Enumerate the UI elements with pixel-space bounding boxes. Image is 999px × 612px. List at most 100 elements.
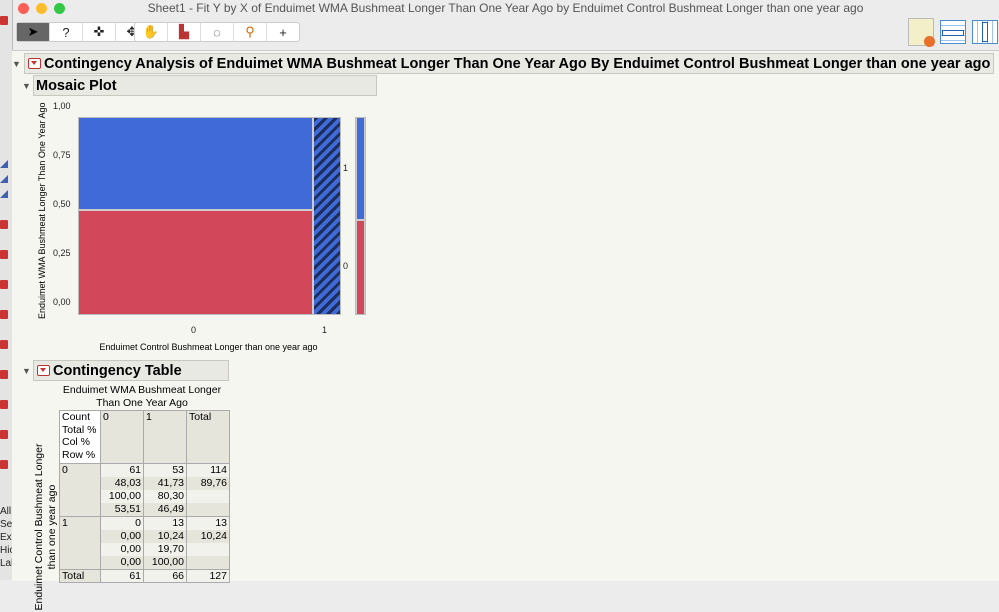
stat-label: Total % bbox=[62, 423, 97, 436]
cell-value bbox=[187, 543, 229, 556]
column-icon bbox=[0, 370, 8, 379]
script-restore-button[interactable] bbox=[908, 18, 935, 47]
grabber-tool-button[interactable]: ✋ bbox=[135, 23, 168, 41]
zoom-button[interactable] bbox=[54, 3, 65, 14]
cell-value: 10,24 bbox=[187, 530, 229, 543]
table-rows-button[interactable] bbox=[940, 20, 966, 44]
selection-tool-button[interactable]: ✜ bbox=[83, 23, 116, 41]
cell-value: 89,76 bbox=[187, 477, 229, 490]
table-cell: 53 41,73 80,30 46,49 bbox=[143, 463, 187, 517]
minimize-button[interactable] bbox=[36, 3, 47, 14]
report-header: Contingency Analysis of Enduimet WMA Bus… bbox=[24, 53, 994, 74]
crosshair-tool-button[interactable]: + bbox=[267, 23, 299, 41]
column-header-total: Total bbox=[186, 410, 230, 464]
cell-value: 48,03 bbox=[101, 477, 143, 490]
report-title: Contingency Analysis of Enduimet WMA Bus… bbox=[44, 55, 991, 72]
table-columns-button[interactable] bbox=[972, 20, 998, 44]
magnifier-icon: ⚲ bbox=[245, 24, 255, 39]
column-icon bbox=[0, 280, 8, 289]
mosaic-plot-frame[interactable] bbox=[78, 117, 341, 315]
cell-value: 19,70 bbox=[144, 543, 186, 556]
total-row-label: Total bbox=[59, 569, 101, 583]
total-cell: 127 bbox=[186, 569, 230, 583]
disclosure-triangle-icon[interactable]: ▼ bbox=[22, 81, 31, 91]
stat-label: Col % bbox=[62, 436, 91, 448]
contingency-table-title: Contingency Table bbox=[53, 362, 182, 379]
contingency-table-header[interactable]: Contingency Table bbox=[33, 360, 229, 381]
red-triangle-menu-icon[interactable] bbox=[28, 58, 41, 69]
red-triangle-menu-icon[interactable] bbox=[37, 365, 50, 376]
close-button[interactable] bbox=[18, 3, 29, 14]
column-icon bbox=[0, 175, 8, 183]
column-icon bbox=[0, 190, 8, 198]
mosaic-x-axis-label: Enduimet Control Bushmeat Longer than on… bbox=[99, 342, 318, 352]
cell-value: 0,00 bbox=[101, 530, 143, 543]
table-cell: 0 0,00 0,00 0,00 bbox=[100, 516, 144, 570]
mosaic-cell-x0-y1[interactable] bbox=[79, 118, 312, 211]
cell-value: 61 bbox=[101, 464, 143, 477]
cell-value: 46,49 bbox=[144, 503, 186, 516]
stat-labels: Count Total % Col % Row % bbox=[59, 410, 101, 464]
disclosure-triangle-icon[interactable]: ▼ bbox=[22, 366, 31, 376]
cell-value: 53,51 bbox=[101, 503, 143, 516]
cell-value: 100,00 bbox=[144, 556, 186, 569]
column-header-1: 1 bbox=[143, 410, 187, 464]
column-header-0: 0 bbox=[100, 410, 144, 464]
magnifier-tool-button[interactable]: ⚲ bbox=[234, 23, 267, 41]
marginal-bar bbox=[355, 117, 366, 315]
crosshair-icon: + bbox=[279, 24, 287, 40]
help-icon: ? bbox=[62, 24, 70, 40]
y-tick: 0,75 bbox=[53, 150, 71, 160]
toolbar: ➤ ? ✜ ✥ ✋ ▙ ◌ ⚲ + bbox=[12, 16, 999, 48]
mosaic-plot-title: Mosaic Plot bbox=[36, 77, 117, 94]
total-cell: 66 bbox=[143, 569, 187, 583]
stat-label: Count bbox=[62, 411, 91, 423]
x-tick: 1 bbox=[322, 325, 328, 335]
rows-icon bbox=[942, 30, 964, 36]
cell-value: 0,00 bbox=[101, 556, 143, 569]
help-tool-button[interactable]: ? bbox=[50, 23, 83, 41]
cell-value: 114 bbox=[187, 464, 229, 477]
stat-label: Row % bbox=[62, 448, 96, 461]
cell-value: 41,73 bbox=[144, 477, 186, 490]
y-tick: 1,00 bbox=[53, 101, 71, 111]
legend-level-label: 1 bbox=[343, 163, 349, 173]
table-cell: 114 89,76 bbox=[186, 463, 230, 517]
lasso-icon: ◌ bbox=[213, 24, 221, 40]
disclosure-triangle-icon[interactable]: ▼ bbox=[12, 59, 21, 69]
lasso-tool-button[interactable]: ◌ bbox=[201, 23, 234, 41]
window-title: Sheet1 - Fit Y by X of Enduimet WMA Bush… bbox=[147, 1, 864, 15]
marginal-segment-y1 bbox=[357, 118, 364, 219]
report-area: ▼ Contingency Analysis of Enduimet WMA B… bbox=[12, 50, 999, 610]
table-cell: 13 10,24 19,70 100,00 bbox=[143, 516, 187, 570]
table-cell: 13 10,24 bbox=[186, 516, 230, 570]
row-label: 0 bbox=[59, 463, 101, 517]
plus-cross-icon: ✜ bbox=[93, 24, 105, 39]
table-row-header: Enduimet Control Bushmeat Longer than on… bbox=[33, 443, 58, 611]
arrow-tool-button[interactable]: ➤ bbox=[17, 23, 50, 41]
total-cell: 61 bbox=[100, 569, 144, 583]
table-cell: 61 48,03 100,00 53,51 bbox=[100, 463, 144, 517]
cell-value: 80,30 bbox=[144, 490, 186, 503]
mosaic-cell-x0-y0[interactable] bbox=[79, 211, 312, 314]
row-state-all[interactable]: All bbox=[0, 506, 11, 517]
brush-tool-button[interactable]: ▙ bbox=[168, 23, 201, 41]
cell-value: 13 bbox=[144, 517, 186, 530]
mosaic-plot-header[interactable]: Mosaic Plot bbox=[33, 75, 377, 96]
column-icon bbox=[0, 310, 8, 319]
marginal-segment-y0 bbox=[357, 221, 364, 314]
column-icon bbox=[0, 250, 8, 259]
mosaic-cell-x1-y1[interactable] bbox=[314, 118, 340, 314]
mosaic-y-axis-label: Enduimet WMA Bushmeat Longer Than One Ye… bbox=[37, 102, 47, 319]
column-icon bbox=[0, 400, 8, 409]
script-icon bbox=[924, 36, 935, 47]
x-tick: 0 bbox=[191, 325, 197, 335]
table-column-header: Enduimet WMA Bushmeat Longer Than One Ye… bbox=[62, 384, 222, 409]
columns-icon bbox=[982, 22, 988, 42]
cell-value bbox=[187, 503, 229, 516]
column-icon bbox=[0, 430, 8, 439]
column-icon bbox=[0, 340, 8, 349]
row-label: 1 bbox=[59, 516, 101, 570]
legend-level-label: 0 bbox=[343, 261, 349, 271]
column-icon bbox=[0, 16, 8, 25]
